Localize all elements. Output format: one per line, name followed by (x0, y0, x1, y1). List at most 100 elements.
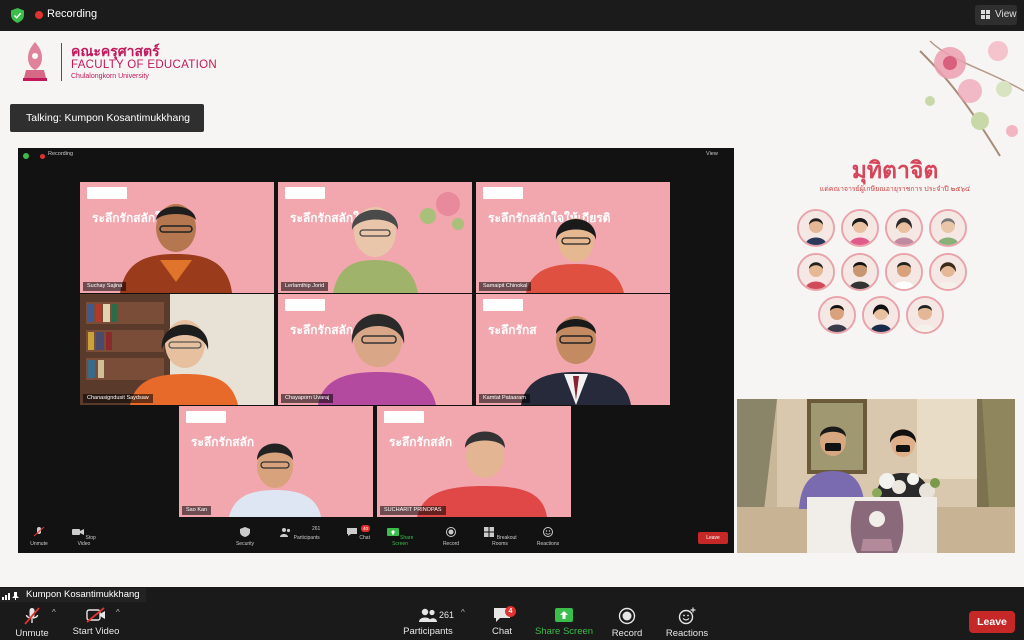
inner-unmute-button: Unmute (24, 524, 54, 547)
view-label: View (995, 9, 1017, 20)
unmute-label: Unmute (15, 628, 49, 639)
participant-video (120, 204, 232, 293)
reactions-button[interactable]: Reactions (664, 602, 710, 640)
inner-chat-label: Chat (359, 535, 370, 541)
inner-shield-icon (23, 153, 29, 159)
inner-security-label: Security (235, 541, 255, 547)
participant-name: Chayaporn Uvaraj (281, 394, 334, 403)
record-icon (446, 527, 456, 537)
inner-unmute-label: Unmute (30, 541, 48, 547)
retiree-avatar (885, 253, 923, 291)
video-options-caret-icon[interactable]: ^ (116, 608, 120, 617)
participants-options-caret-icon[interactable]: ^ (461, 608, 465, 617)
university-name: Chulalongkorn University (71, 73, 149, 80)
video-camera-icon (72, 529, 85, 535)
start-video-label: Start Video (72, 626, 120, 637)
video-tile[interactable]: ระลึกรักสลัก Chayaporn Uvaraj (278, 294, 472, 405)
video-camera-muted-icon (86, 607, 105, 623)
shared-screen: คณะครุศาสตร์ FACULTY OF EDUCATION Chulal… (0, 31, 1024, 587)
tribute-subtitle: แด่คณาจารย์ผู้เกษียณอายุราชการ ประจำปี ๒… (819, 186, 971, 193)
retiree-avatar (929, 209, 967, 247)
breakout-rooms-icon (484, 527, 495, 537)
unmute-button[interactable]: Unmute (10, 602, 54, 640)
microphone-muted-icon (24, 607, 40, 625)
record-label: Record (611, 628, 643, 639)
inner-leave-button: Leave (698, 532, 728, 544)
participant-video (417, 431, 547, 517)
meeting-toolbar: Unmute ^ Start Video ^ Participants 261 … (0, 602, 1024, 640)
start-video-button[interactable]: Start Video (72, 602, 120, 640)
inner-breakout-rooms-label: Breakout Rooms (492, 535, 517, 547)
participants-button[interactable]: Participants (400, 602, 456, 640)
participant-video (80, 294, 238, 405)
retiree-avatar (906, 296, 944, 334)
share-screen-label: Share Screen (534, 626, 594, 637)
faculty-name-english: FACULTY OF EDUCATION (71, 59, 217, 71)
participant-name: Sao Kan (182, 506, 212, 515)
signal-strength-icon (2, 592, 19, 600)
video-tile[interactable]: ระลึกรักสลัก SUCHARIT PRINOPAS (377, 406, 571, 517)
participants-count: 261 (439, 610, 455, 620)
video-tile[interactable]: ระลึกรักสลักใ Lerlamthip Jorid (278, 182, 472, 293)
room-camera-video[interactable] (737, 399, 1015, 553)
video-tile[interactable]: ระลึกรักสลักใจให้เกียรติ Samaipit Chinok… (476, 182, 670, 293)
video-tile[interactable]: ระลึกรักสลัก Sao Kan (179, 406, 373, 517)
shield-icon (240, 527, 250, 537)
share-screen-icon (555, 608, 573, 622)
inner-share-screen-button: Share Screen (382, 524, 418, 547)
participant-video (333, 207, 418, 293)
participant-name: Chanasigndusit Saydsaw (83, 394, 153, 403)
inner-breakout-rooms-button: Breakout Rooms (478, 524, 522, 547)
share-screen-button[interactable]: Share Screen (533, 602, 595, 640)
record-icon (618, 607, 636, 625)
chat-bubble-icon (347, 528, 358, 536)
participant-video (526, 218, 624, 293)
retiree-avatar (797, 253, 835, 291)
video-tile[interactable]: Chanasigndusit Saydsaw (80, 294, 274, 405)
inner-participants-count: 261 (312, 526, 321, 532)
participant-video (318, 313, 436, 405)
retiree-avatar (885, 209, 923, 247)
participant-name: SUCHARIT PRINOPAS (380, 506, 446, 515)
participant-video (521, 316, 631, 405)
inner-chat-badge: 40 (361, 525, 370, 532)
nested-meeting-window: Recording View ระลึกรักสลักใ ... Suchay … (18, 148, 734, 553)
view-button[interactable]: View (975, 5, 1017, 25)
smiley-icon (543, 527, 553, 537)
smiley-add-icon (678, 607, 696, 625)
chat-unread-badge: 4 (505, 606, 516, 617)
inner-reactions-button: Reactions (532, 524, 564, 547)
recording-dot-icon (35, 11, 43, 19)
inner-participants-label: Participants (293, 535, 320, 541)
record-button[interactable]: Record (608, 602, 646, 640)
retiree-avatar (841, 253, 879, 291)
self-name: Kumpon Kosantimukkhang (26, 589, 140, 600)
participant-name: Samaipit Chinokal (479, 282, 532, 291)
grid-icon (981, 10, 990, 19)
self-name-tag: Kumpon Kosantimukkhang (0, 588, 146, 602)
inner-recording-label: Recording (48, 151, 74, 157)
chat-label: Chat (491, 626, 513, 637)
room-video-feed (737, 399, 1015, 553)
inner-view-label: View (706, 151, 718, 157)
recording-label[interactable]: Recording (47, 8, 97, 20)
participants-label: Participants (403, 626, 453, 637)
video-tile[interactable]: ระลึกรักส Kamtat Pataaram (476, 294, 670, 405)
logo-divider (61, 43, 62, 81)
participant-name: Kamtat Pataaram (479, 394, 530, 403)
share-screen-icon (386, 528, 399, 536)
talking-indicator: Talking: Kumpon Kosantimukkhang (10, 104, 205, 132)
participants-icon (280, 528, 291, 537)
retiree-avatar (818, 296, 856, 334)
inner-security-button: Security (230, 524, 260, 547)
leave-button[interactable]: Leave (969, 611, 1015, 633)
retiree-avatar (841, 209, 879, 247)
inner-meeting-toolbar: Unmute Stop Video Security Participants … (18, 524, 734, 553)
inner-record-label: Record (442, 541, 460, 547)
unmute-options-caret-icon[interactable]: ^ (52, 608, 56, 617)
meeting-top-bar: Recording View (0, 0, 1024, 31)
shield-icon[interactable] (11, 8, 24, 23)
participants-icon (419, 608, 437, 622)
microphone-muted-icon (33, 526, 45, 537)
video-tile[interactable]: ระลึกรักสลักใ ... Suchay Sajina (80, 182, 274, 293)
